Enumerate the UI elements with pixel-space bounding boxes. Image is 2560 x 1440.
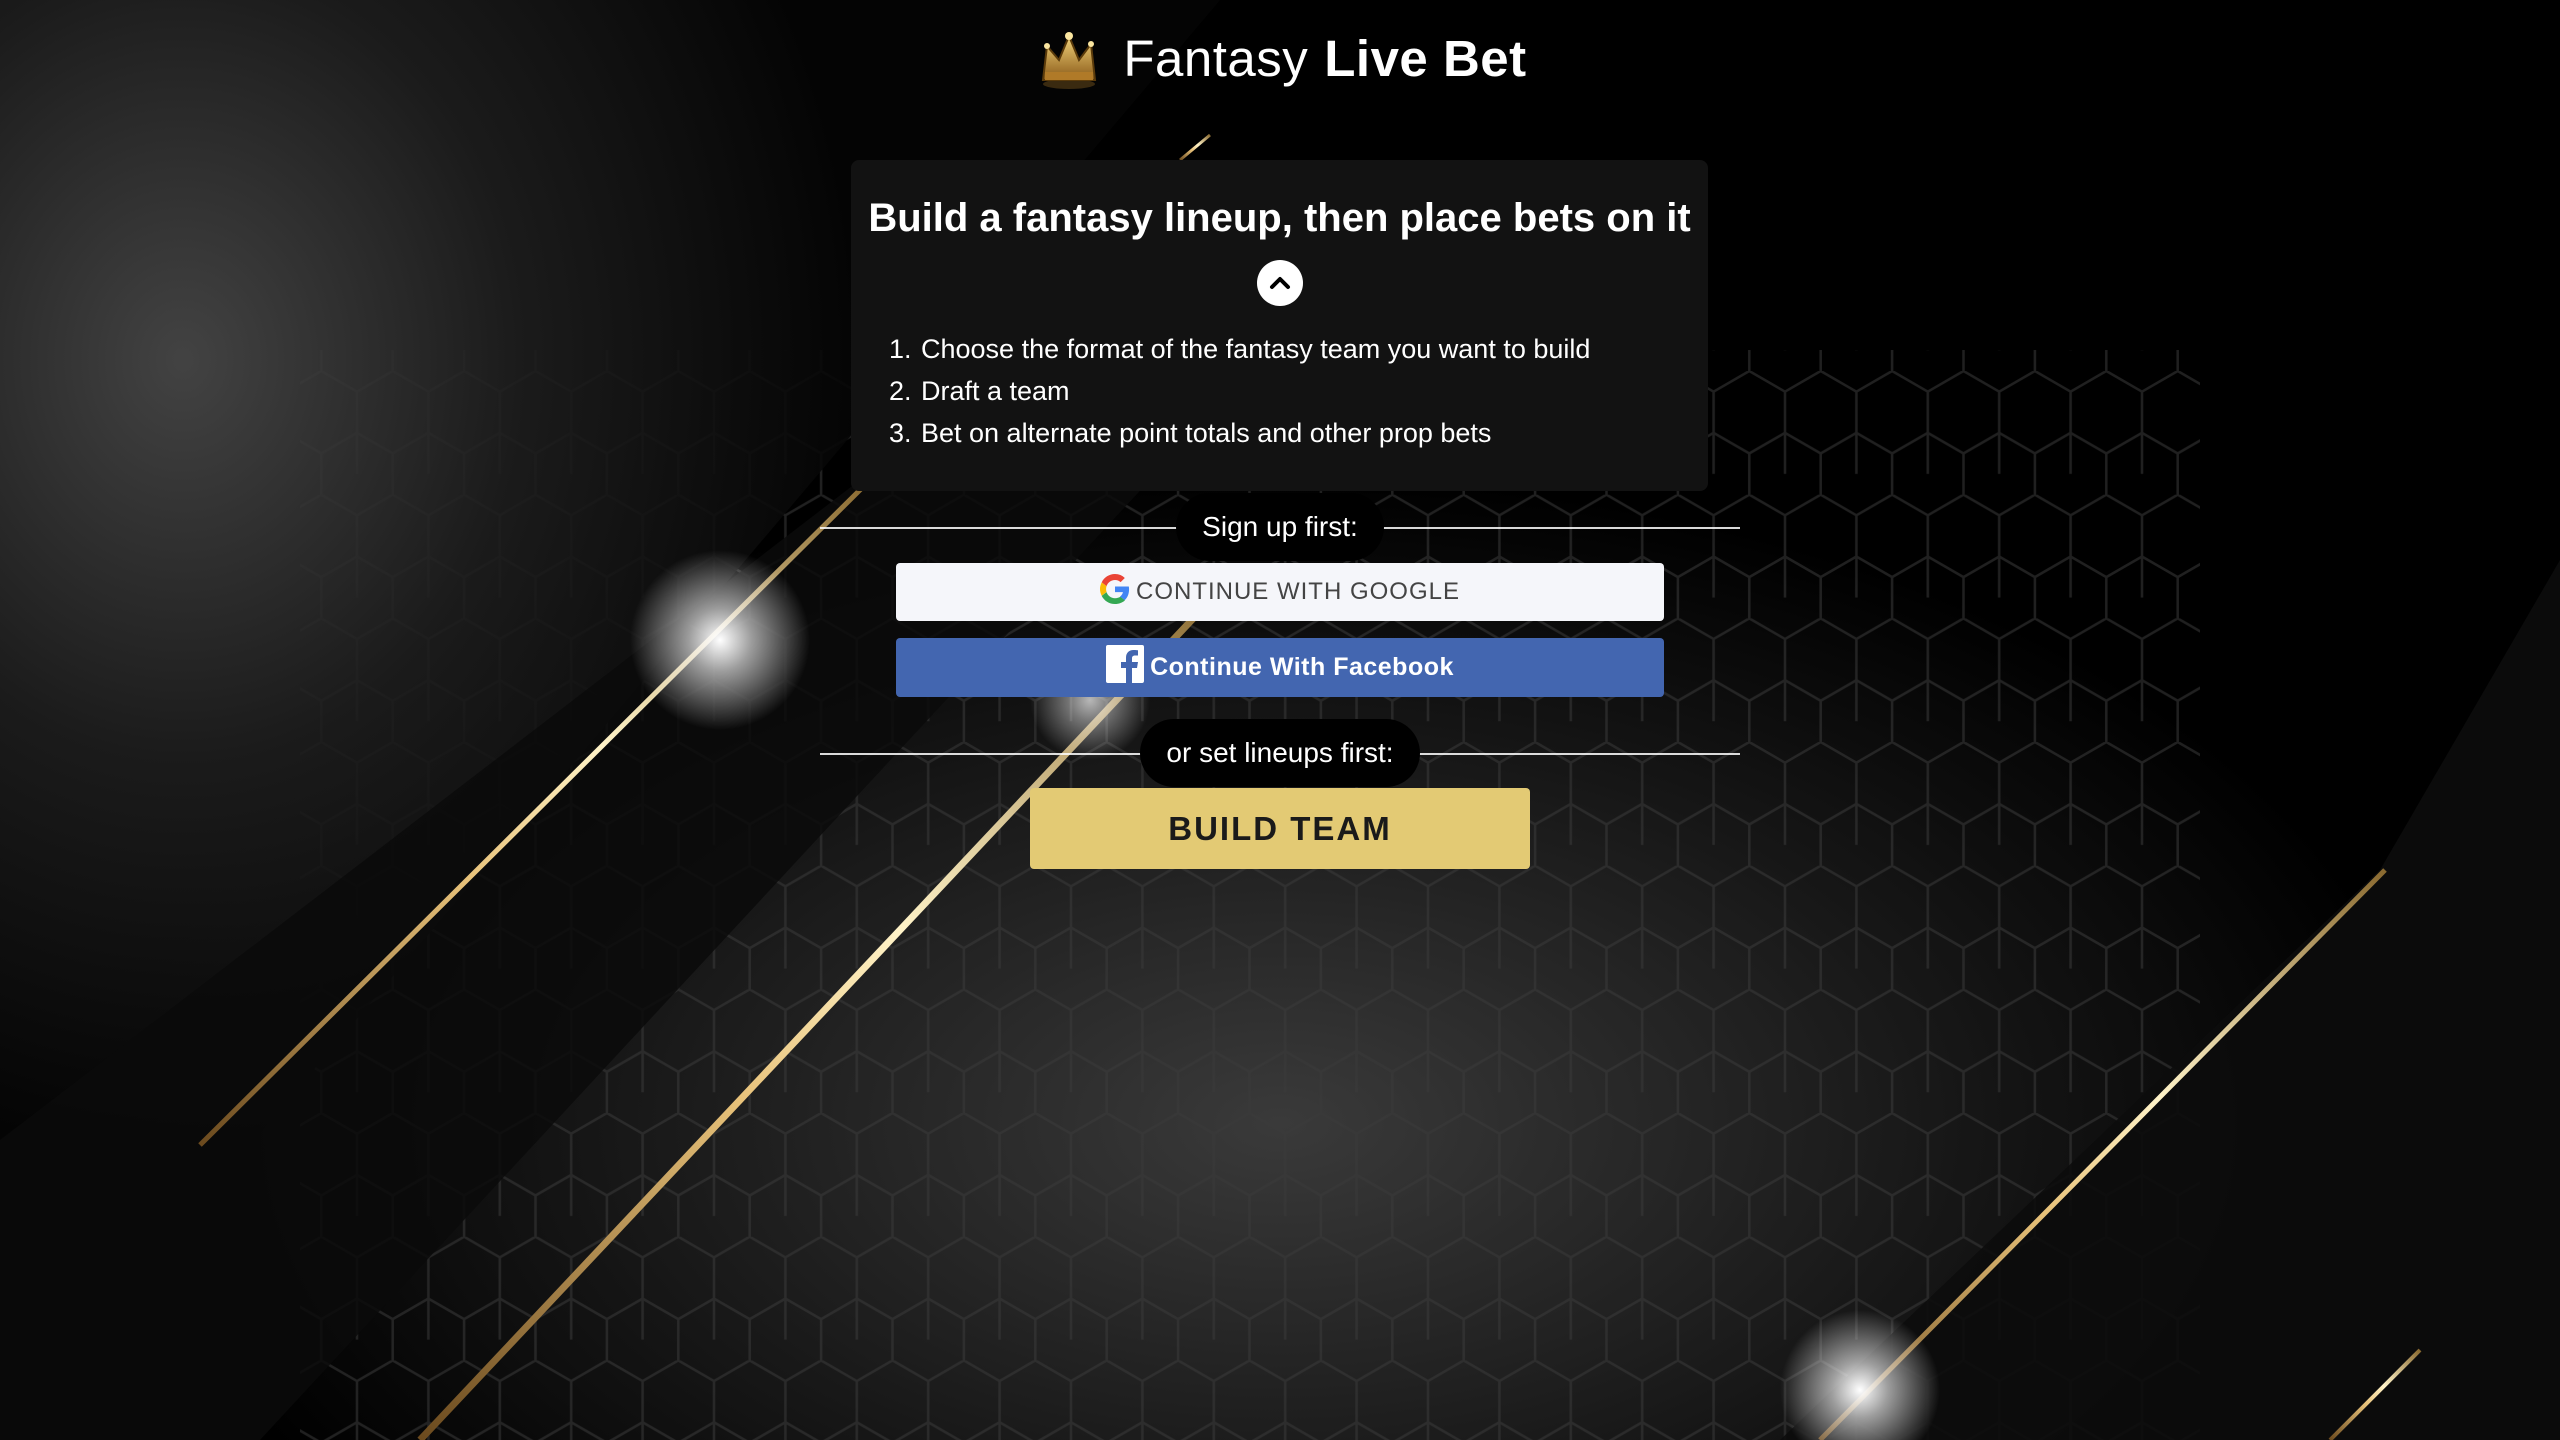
lineup-label: or set lineups first: (1140, 719, 1420, 787)
build-team-button[interactable]: BUILD TEAM (1030, 788, 1530, 869)
step-number: 3. (889, 418, 912, 448)
crown-icon (1033, 22, 1105, 94)
collapse-button[interactable] (1256, 260, 1303, 306)
steps-list: 1. Choose the format of the fantasy team… (851, 328, 1708, 454)
google-icon (1099, 573, 1130, 611)
list-item: 1. Choose the format of the fantasy team… (889, 328, 1708, 370)
continue-with-google-button[interactable]: CONTINUE WITH GOOGLE (896, 563, 1664, 621)
step-text: Draft a team (921, 376, 1070, 406)
lineup-divider: or set lineups first: (820, 719, 1740, 787)
facebook-icon (1106, 645, 1145, 690)
signup-divider: Sign up first: (820, 493, 1740, 561)
step-text: Choose the format of the fantasy team yo… (921, 334, 1591, 364)
signup-label: Sign up first: (1176, 493, 1384, 561)
brand-name-light: Fantasy (1123, 29, 1309, 87)
step-number: 2. (889, 376, 912, 406)
chevron-up-icon (1267, 270, 1293, 296)
card-title: Build a fantasy lineup, then place bets … (868, 196, 1691, 240)
brand-logo[interactable]: Fantasy Live Bet (1033, 22, 1526, 94)
step-text: Bet on alternate point totals and other … (921, 418, 1492, 448)
continue-with-facebook-button[interactable]: Continue With Facebook (896, 638, 1664, 697)
page: Fantasy Live Bet Build a fantasy lineup, … (0, 0, 2560, 1440)
header: Fantasy Live Bet (0, 18, 2560, 98)
brand-name-bold: Live Bet (1324, 29, 1527, 87)
google-button-label: CONTINUE WITH GOOGLE (1135, 578, 1460, 605)
step-number: 1. (889, 334, 912, 364)
list-item: 3. Bet on alternate point totals and oth… (889, 412, 1708, 454)
info-card: Build a fantasy lineup, then place bets … (851, 160, 1708, 491)
list-item: 2. Draft a team (889, 370, 1708, 412)
facebook-button-label: Continue With Facebook (1150, 653, 1454, 681)
